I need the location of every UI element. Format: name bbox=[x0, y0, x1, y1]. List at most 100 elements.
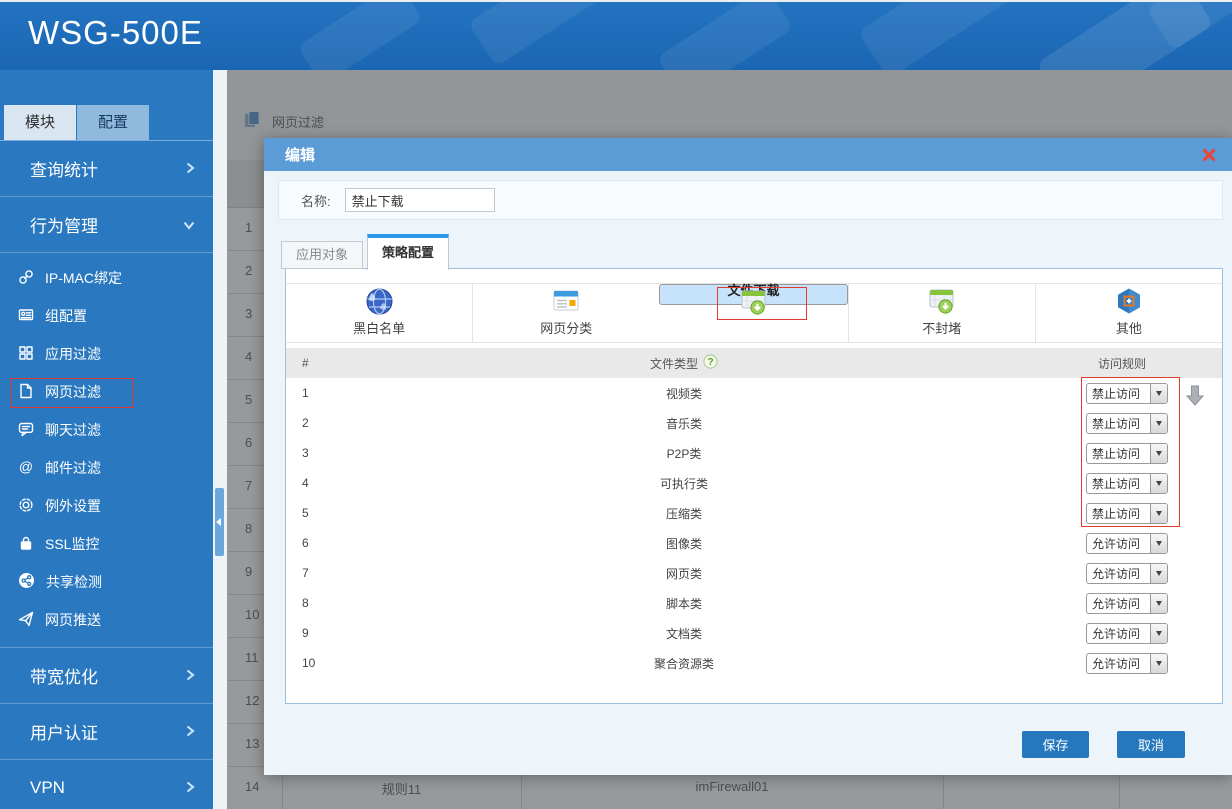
category-tab-label: 其他 bbox=[1116, 318, 1142, 337]
save-button[interactable]: 保存 bbox=[1022, 731, 1089, 758]
dropdown-arrow-icon[interactable] bbox=[1150, 444, 1167, 463]
sidebar-group-label: 用户认证 bbox=[30, 719, 98, 744]
close-icon[interactable] bbox=[1200, 146, 1218, 164]
dropdown-arrow-icon[interactable] bbox=[1150, 594, 1167, 613]
sidebar-group-label: 带宽优化 bbox=[30, 663, 98, 688]
dropdown-arrow-icon[interactable] bbox=[1150, 504, 1167, 523]
sidebar-item-share-detection[interactable]: 共享检测 bbox=[0, 563, 213, 601]
sidebar-item-label: 聊天过滤 bbox=[45, 420, 101, 440]
row-index: 7 bbox=[286, 566, 346, 580]
dropdown-arrow-icon[interactable] bbox=[1150, 624, 1167, 643]
index-column-header: # bbox=[286, 356, 346, 370]
access-rule-select[interactable]: 允许访问 bbox=[1086, 623, 1168, 644]
dropdown-arrow-icon[interactable] bbox=[1150, 564, 1167, 583]
access-rule-select[interactable]: 允许访问 bbox=[1086, 593, 1168, 614]
access-rule-select[interactable]: 禁止访问 bbox=[1086, 413, 1168, 434]
access-rule-select[interactable]: 禁止访问 bbox=[1086, 383, 1168, 404]
dialog-title: 编辑 bbox=[285, 144, 1200, 165]
sidebar-group-vpn[interactable]: VPN bbox=[0, 760, 213, 809]
sidebar-item-ssl-monitor[interactable]: SSL监控 bbox=[0, 525, 213, 563]
category-tab-other[interactable]: 其他 bbox=[1035, 284, 1222, 342]
row-index: 10 bbox=[286, 656, 346, 670]
file-type-row: 3 P2P类 禁止访问 bbox=[286, 438, 1222, 468]
sidebar-group-user-auth[interactable]: 用户认证 bbox=[0, 704, 213, 760]
edit-dialog: 编辑 名称: 应用对象策略配置 黑白名单 网页分类 文件下载 bbox=[264, 138, 1232, 775]
file-type-row: 10 聚合资源类 允许访问 bbox=[286, 648, 1222, 678]
sidebar-group-bandwidth-opt[interactable]: 带宽优化 bbox=[0, 648, 213, 704]
row-index: 6 bbox=[286, 536, 346, 550]
sidebar-tab-config[interactable]: 配置 bbox=[77, 105, 149, 140]
sidebar-item-group-config[interactable]: 组配置 bbox=[0, 297, 213, 335]
access-rule-value: 禁止访问 bbox=[1087, 475, 1150, 492]
cancel-button[interactable]: 取消 bbox=[1117, 731, 1185, 758]
tab-policy-config[interactable]: 策略配置 bbox=[367, 234, 449, 270]
access-rule-select[interactable]: 允许访问 bbox=[1086, 563, 1168, 584]
access-rule-value: 禁止访问 bbox=[1087, 505, 1150, 522]
help-icon[interactable]: ? bbox=[703, 354, 718, 372]
access-rule-value: 允许访问 bbox=[1087, 595, 1150, 612]
row-index: 4 bbox=[286, 476, 346, 490]
dropdown-arrow-icon[interactable] bbox=[1150, 654, 1167, 673]
name-label: 名称: bbox=[301, 191, 331, 210]
sidebar-group-query-stats[interactable]: 查询统计 bbox=[0, 141, 213, 197]
sidebar-item-app-filter[interactable]: 应用过滤 bbox=[0, 335, 213, 373]
lock-icon bbox=[18, 535, 34, 554]
sidebar-item-exception-settings[interactable]: 例外设置 bbox=[0, 487, 213, 525]
sidebar-item-label: 组配置 bbox=[45, 306, 87, 326]
sidebar-item-web-push[interactable]: 网页推送 bbox=[0, 601, 213, 639]
keyboard-decor bbox=[858, 0, 1023, 70]
file-type-name: 可执行类 bbox=[346, 475, 1022, 492]
access-rule-select[interactable]: 禁止访问 bbox=[1086, 473, 1168, 494]
category-tab-no-block[interactable]: 不封堵 bbox=[848, 284, 1035, 342]
row-index: 5 bbox=[286, 506, 346, 520]
tab-apply-target[interactable]: 应用对象 bbox=[281, 241, 363, 269]
sidebar-item-web-filter[interactable]: 网页过滤 bbox=[0, 373, 213, 411]
sidebar-group-label: 行为管理 bbox=[30, 212, 98, 237]
file-type-row: 1 视频类 禁止访问 bbox=[286, 378, 1222, 408]
sidebar-item-label: 网页推送 bbox=[45, 610, 101, 630]
file-type-row: 5 压缩类 禁止访问 bbox=[286, 498, 1222, 528]
chat-icon bbox=[18, 421, 34, 440]
sidebar-group-behavior-mgmt[interactable]: 行为管理 bbox=[0, 197, 213, 253]
category-tab-label: 网页分类 bbox=[540, 318, 592, 337]
row-index: 1 bbox=[286, 386, 346, 400]
dropdown-arrow-icon[interactable] bbox=[1150, 384, 1167, 403]
sidebar-item-label: 邮件过滤 bbox=[45, 458, 101, 478]
chevron-right-icon bbox=[185, 722, 195, 742]
dialog-tabs: 应用对象策略配置 bbox=[281, 233, 453, 269]
sidebar-tab-modules[interactable]: 模块 bbox=[4, 105, 76, 140]
sidebar-collapse-handle[interactable] bbox=[215, 488, 224, 556]
access-rule-value: 允许访问 bbox=[1087, 655, 1150, 672]
access-rule-select[interactable]: 允许访问 bbox=[1086, 533, 1168, 554]
access-rule-select[interactable]: 允许访问 bbox=[1086, 653, 1168, 674]
sidebar-submenu: IP-MAC绑定 组配置 应用过滤 网页过滤 聊天过滤 @ 邮件过滤 bbox=[0, 253, 213, 648]
sidebar-item-label: 应用过滤 bbox=[45, 344, 101, 364]
file-type-name: P2P类 bbox=[346, 445, 1022, 462]
keyboard-decor bbox=[468, 0, 622, 67]
category-tab-blackwhite-list[interactable]: 黑白名单 bbox=[286, 284, 472, 342]
sidebar-group-label: 查询统计 bbox=[30, 156, 98, 181]
row-index: 9 bbox=[286, 626, 346, 640]
folder-download-icon bbox=[739, 288, 769, 319]
file-type-name: 图像类 bbox=[346, 535, 1022, 552]
move-down-icon[interactable] bbox=[1185, 384, 1205, 411]
dropdown-arrow-icon[interactable] bbox=[1150, 414, 1167, 433]
sidebar-item-label: IP-MAC绑定 bbox=[45, 268, 122, 288]
gear-icon bbox=[18, 497, 34, 516]
category-tab-web-category[interactable]: 网页分类 bbox=[472, 284, 659, 342]
file-type-row: 8 脚本类 允许访问 bbox=[286, 588, 1222, 618]
sidebar-tabs: 模块配置 bbox=[0, 70, 213, 141]
category-tab-file-download[interactable]: 文件下载 bbox=[659, 284, 847, 305]
access-rule-value: 允许访问 bbox=[1087, 535, 1150, 552]
sidebar-item-mail-filter[interactable]: @ 邮件过滤 bbox=[0, 449, 213, 487]
access-rule-select[interactable]: 禁止访问 bbox=[1086, 443, 1168, 464]
sidebar-item-ip-mac-binding[interactable]: IP-MAC绑定 bbox=[0, 259, 213, 297]
file-type-row: 4 可执行类 禁止访问 bbox=[286, 468, 1222, 498]
policy-name-input[interactable] bbox=[345, 188, 495, 212]
access-rule-select[interactable]: 禁止访问 bbox=[1086, 503, 1168, 524]
chevron-right-icon bbox=[185, 159, 195, 179]
chevron-right-icon bbox=[185, 666, 195, 686]
sidebar-item-chat-filter[interactable]: 聊天过滤 bbox=[0, 411, 213, 449]
dropdown-arrow-icon[interactable] bbox=[1150, 534, 1167, 553]
dropdown-arrow-icon[interactable] bbox=[1150, 474, 1167, 493]
